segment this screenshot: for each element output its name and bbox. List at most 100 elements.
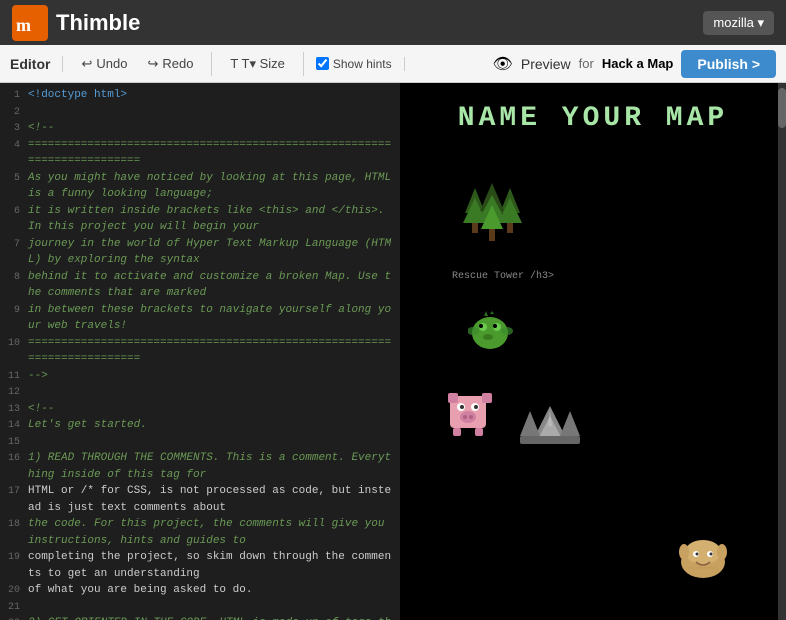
line-number: 9: [0, 302, 28, 335]
code-line: 20of what you are being asked to do.: [0, 582, 400, 599]
line-content: Let's get started.: [28, 417, 400, 434]
code-line: 1<!doctype html>: [0, 87, 400, 104]
for-label: for: [579, 56, 594, 71]
line-number: 12: [0, 384, 28, 401]
line-number: 11: [0, 368, 28, 385]
code-line: 10======================================…: [0, 335, 400, 368]
code-line: 9in between these brackets to navigate y…: [0, 302, 400, 335]
line-content: -->: [28, 368, 400, 385]
line-content: As you might have noticed by looking at …: [28, 170, 400, 203]
line-number: 7: [0, 236, 28, 269]
code-line: 6it is written inside brackets like <thi…: [0, 203, 400, 236]
line-content: completing the project, so skim down thr…: [28, 549, 400, 582]
line-content: ========================================…: [28, 137, 400, 170]
undo-button[interactable]: ↩ Undo: [75, 52, 133, 76]
line-content: [28, 384, 400, 401]
undo-redo-section: ↩ Undo ↪ Redo: [75, 52, 212, 76]
preview-toolbar-section: 👁 Preview for Hack a Map Publish >: [493, 50, 776, 78]
line-number: 3: [0, 120, 28, 137]
line-number: 10: [0, 335, 28, 368]
map-title-text: Name Your Map: [458, 103, 728, 134]
pig-sprite: [445, 391, 495, 446]
code-line: 12: [0, 384, 400, 401]
line-content: ========================================…: [28, 335, 400, 368]
code-line: 161) READ THROUGH THE COMMENTS. This is …: [0, 450, 400, 483]
code-line: 17HTML or /* for CSS, is not processed a…: [0, 483, 400, 516]
line-number: 14: [0, 417, 28, 434]
line-content: <!--: [28, 120, 400, 137]
logo-text: Thimble: [56, 10, 140, 36]
dragon-sprite: [468, 311, 513, 361]
line-number: 18: [0, 516, 28, 549]
line-number: 15: [0, 434, 28, 451]
line-content: in between these brackets to navigate yo…: [28, 302, 400, 335]
undo-icon: ↩: [81, 56, 92, 72]
preview-content: Name Your Map: [400, 83, 786, 620]
svg-text:m: m: [16, 15, 31, 35]
logo-area: m Thimble: [12, 5, 140, 41]
hints-section: Show hints: [316, 57, 405, 71]
code-line: 11-->: [0, 368, 400, 385]
line-number: 20: [0, 582, 28, 599]
preview-scroll-thumb[interactable]: [778, 88, 786, 128]
line-number: 5: [0, 170, 28, 203]
redo-button[interactable]: ↪ Redo: [141, 52, 199, 76]
mozilla-menu-button[interactable]: mozilla ▾: [703, 11, 774, 35]
line-number: 4: [0, 137, 28, 170]
code-line: 8behind it to activate and customize a b…: [0, 269, 400, 302]
preview-scrollbar[interactable]: [778, 83, 786, 620]
show-hints-text: Show hints: [333, 57, 392, 71]
code-line: 18the code. For this project, the commen…: [0, 516, 400, 549]
undo-label: Undo: [96, 56, 127, 71]
publish-button[interactable]: Publish >: [681, 50, 776, 78]
redo-icon: ↪: [147, 56, 158, 72]
line-content: <!doctype html>: [28, 87, 400, 104]
redo-label: Redo: [162, 56, 193, 71]
size-button[interactable]: T T▾ Size: [224, 52, 290, 76]
line-content: <!--: [28, 401, 400, 418]
toolbar: Editor ↩ Undo ↪ Redo T T▾ Size Show hint…: [0, 45, 786, 83]
editor-label: Editor: [10, 56, 50, 72]
line-content: [28, 434, 400, 451]
code-line: 13<!--: [0, 401, 400, 418]
line-number: 16: [0, 450, 28, 483]
code-line: 21: [0, 599, 400, 616]
line-content: 2) GET ORIENTED IN THE CODE. HTML is mad…: [28, 615, 400, 620]
line-content: journey in the world of Hyper Text Marku…: [28, 236, 400, 269]
preview-pane: Name Your Map: [400, 83, 786, 620]
topbar: m Thimble mozilla ▾: [0, 0, 786, 45]
code-line: 14Let's get started.: [0, 417, 400, 434]
line-content: [28, 104, 400, 121]
trees-sprite: [455, 183, 535, 258]
line-content: HTML or /* for CSS, is not processed as …: [28, 483, 400, 516]
show-hints-checkbox[interactable]: [316, 57, 329, 70]
line-content: [28, 599, 400, 616]
show-hints-toggle[interactable]: Show hints: [316, 57, 392, 71]
mozilla-logo-icon: m: [12, 5, 48, 41]
line-content: of what you are being asked to do.: [28, 582, 400, 599]
code-area[interactable]: 1<!doctype html>2 3<!--4================…: [0, 83, 400, 620]
line-number: 6: [0, 203, 28, 236]
editor-section: Editor: [10, 56, 63, 72]
code-line: 19completing the project, so skim down t…: [0, 549, 400, 582]
rescue-tower-label: Rescue Tower /h3>: [452, 271, 554, 282]
size-section: T T▾ Size: [224, 52, 303, 76]
line-number: 19: [0, 549, 28, 582]
line-content: behind it to activate and customize a br…: [28, 269, 400, 302]
preview-page-title: Hack a Map: [602, 56, 674, 71]
line-content: 1) READ THROUGH THE COMMENTS. This is a …: [28, 450, 400, 483]
code-line: 5As you might have noticed by looking at…: [0, 170, 400, 203]
code-line: 3<!--: [0, 120, 400, 137]
line-number: 1: [0, 87, 28, 104]
bread-creature-sprite: [676, 530, 731, 590]
line-number: 8: [0, 269, 28, 302]
main-area: 1<!doctype html>2 3<!--4================…: [0, 83, 786, 620]
line-number: 21: [0, 599, 28, 616]
line-number: 22: [0, 615, 28, 620]
code-line: 7journey in the world of Hyper Text Mark…: [0, 236, 400, 269]
code-line: 2: [0, 104, 400, 121]
editor-pane[interactable]: 1<!doctype html>2 3<!--4================…: [0, 83, 400, 620]
preview-eye-icon: 👁: [493, 54, 513, 74]
line-number: 2: [0, 104, 28, 121]
line-number: 17: [0, 483, 28, 516]
